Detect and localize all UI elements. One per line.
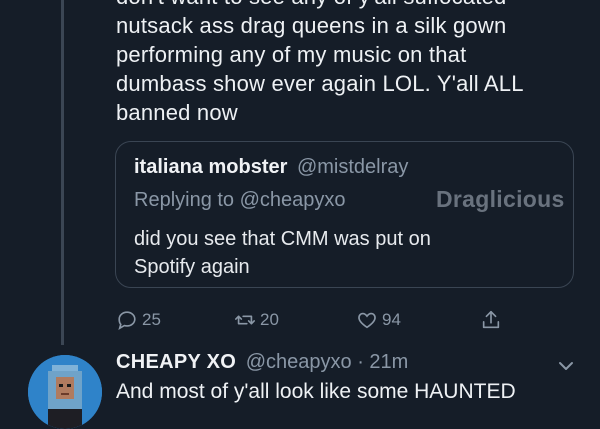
next-tweet-header: CHEAPY XO @cheapyxo · 21m [116, 351, 408, 374]
quoted-author-handle[interactable]: @mistdelray [297, 156, 408, 178]
tweet-body: don't want to see any of y'all suffocate… [116, 0, 524, 125]
like-button[interactable]: 94 [356, 309, 401, 331]
quoted-tweet-text: did you see that CMM was put on Spotify … [134, 228, 431, 278]
reply-count: 25 [142, 310, 161, 329]
retweet-icon [235, 315, 255, 325]
watermark-logo: Draglicious [436, 186, 565, 212]
retweet-button[interactable]: 20 [234, 309, 279, 331]
avatar[interactable] [28, 355, 102, 429]
pixel-avatar-icon [28, 355, 102, 429]
share-icon [482, 310, 500, 329]
chevron-down-icon[interactable] [556, 356, 576, 376]
next-author-name[interactable]: CHEAPY XO [116, 351, 236, 373]
quoted-tweet-header: italiana mobster @mistdelray [134, 156, 408, 179]
like-count: 94 [382, 310, 401, 329]
next-tweet-text: And most of y'all look like some HAUNTED [116, 380, 516, 403]
next-author-handle-time[interactable]: @cheapyxo · 21m [246, 351, 409, 373]
retweet-count: 20 [260, 310, 279, 329]
quoted-tweet-card[interactable]: italiana mobster @mistdelray Replying to… [115, 141, 574, 288]
thread-connector-line [61, 0, 64, 345]
reply-icon [118, 311, 136, 330]
like-icon [358, 312, 376, 329]
share-button[interactable] [480, 309, 506, 331]
tweet-action-bar: 25 20 94 [116, 309, 516, 333]
quoted-author-name[interactable]: italiana mobster [134, 156, 287, 178]
reply-button[interactable]: 25 [116, 309, 161, 331]
replying-to-label: Replying to @cheapyxo [134, 189, 346, 211]
